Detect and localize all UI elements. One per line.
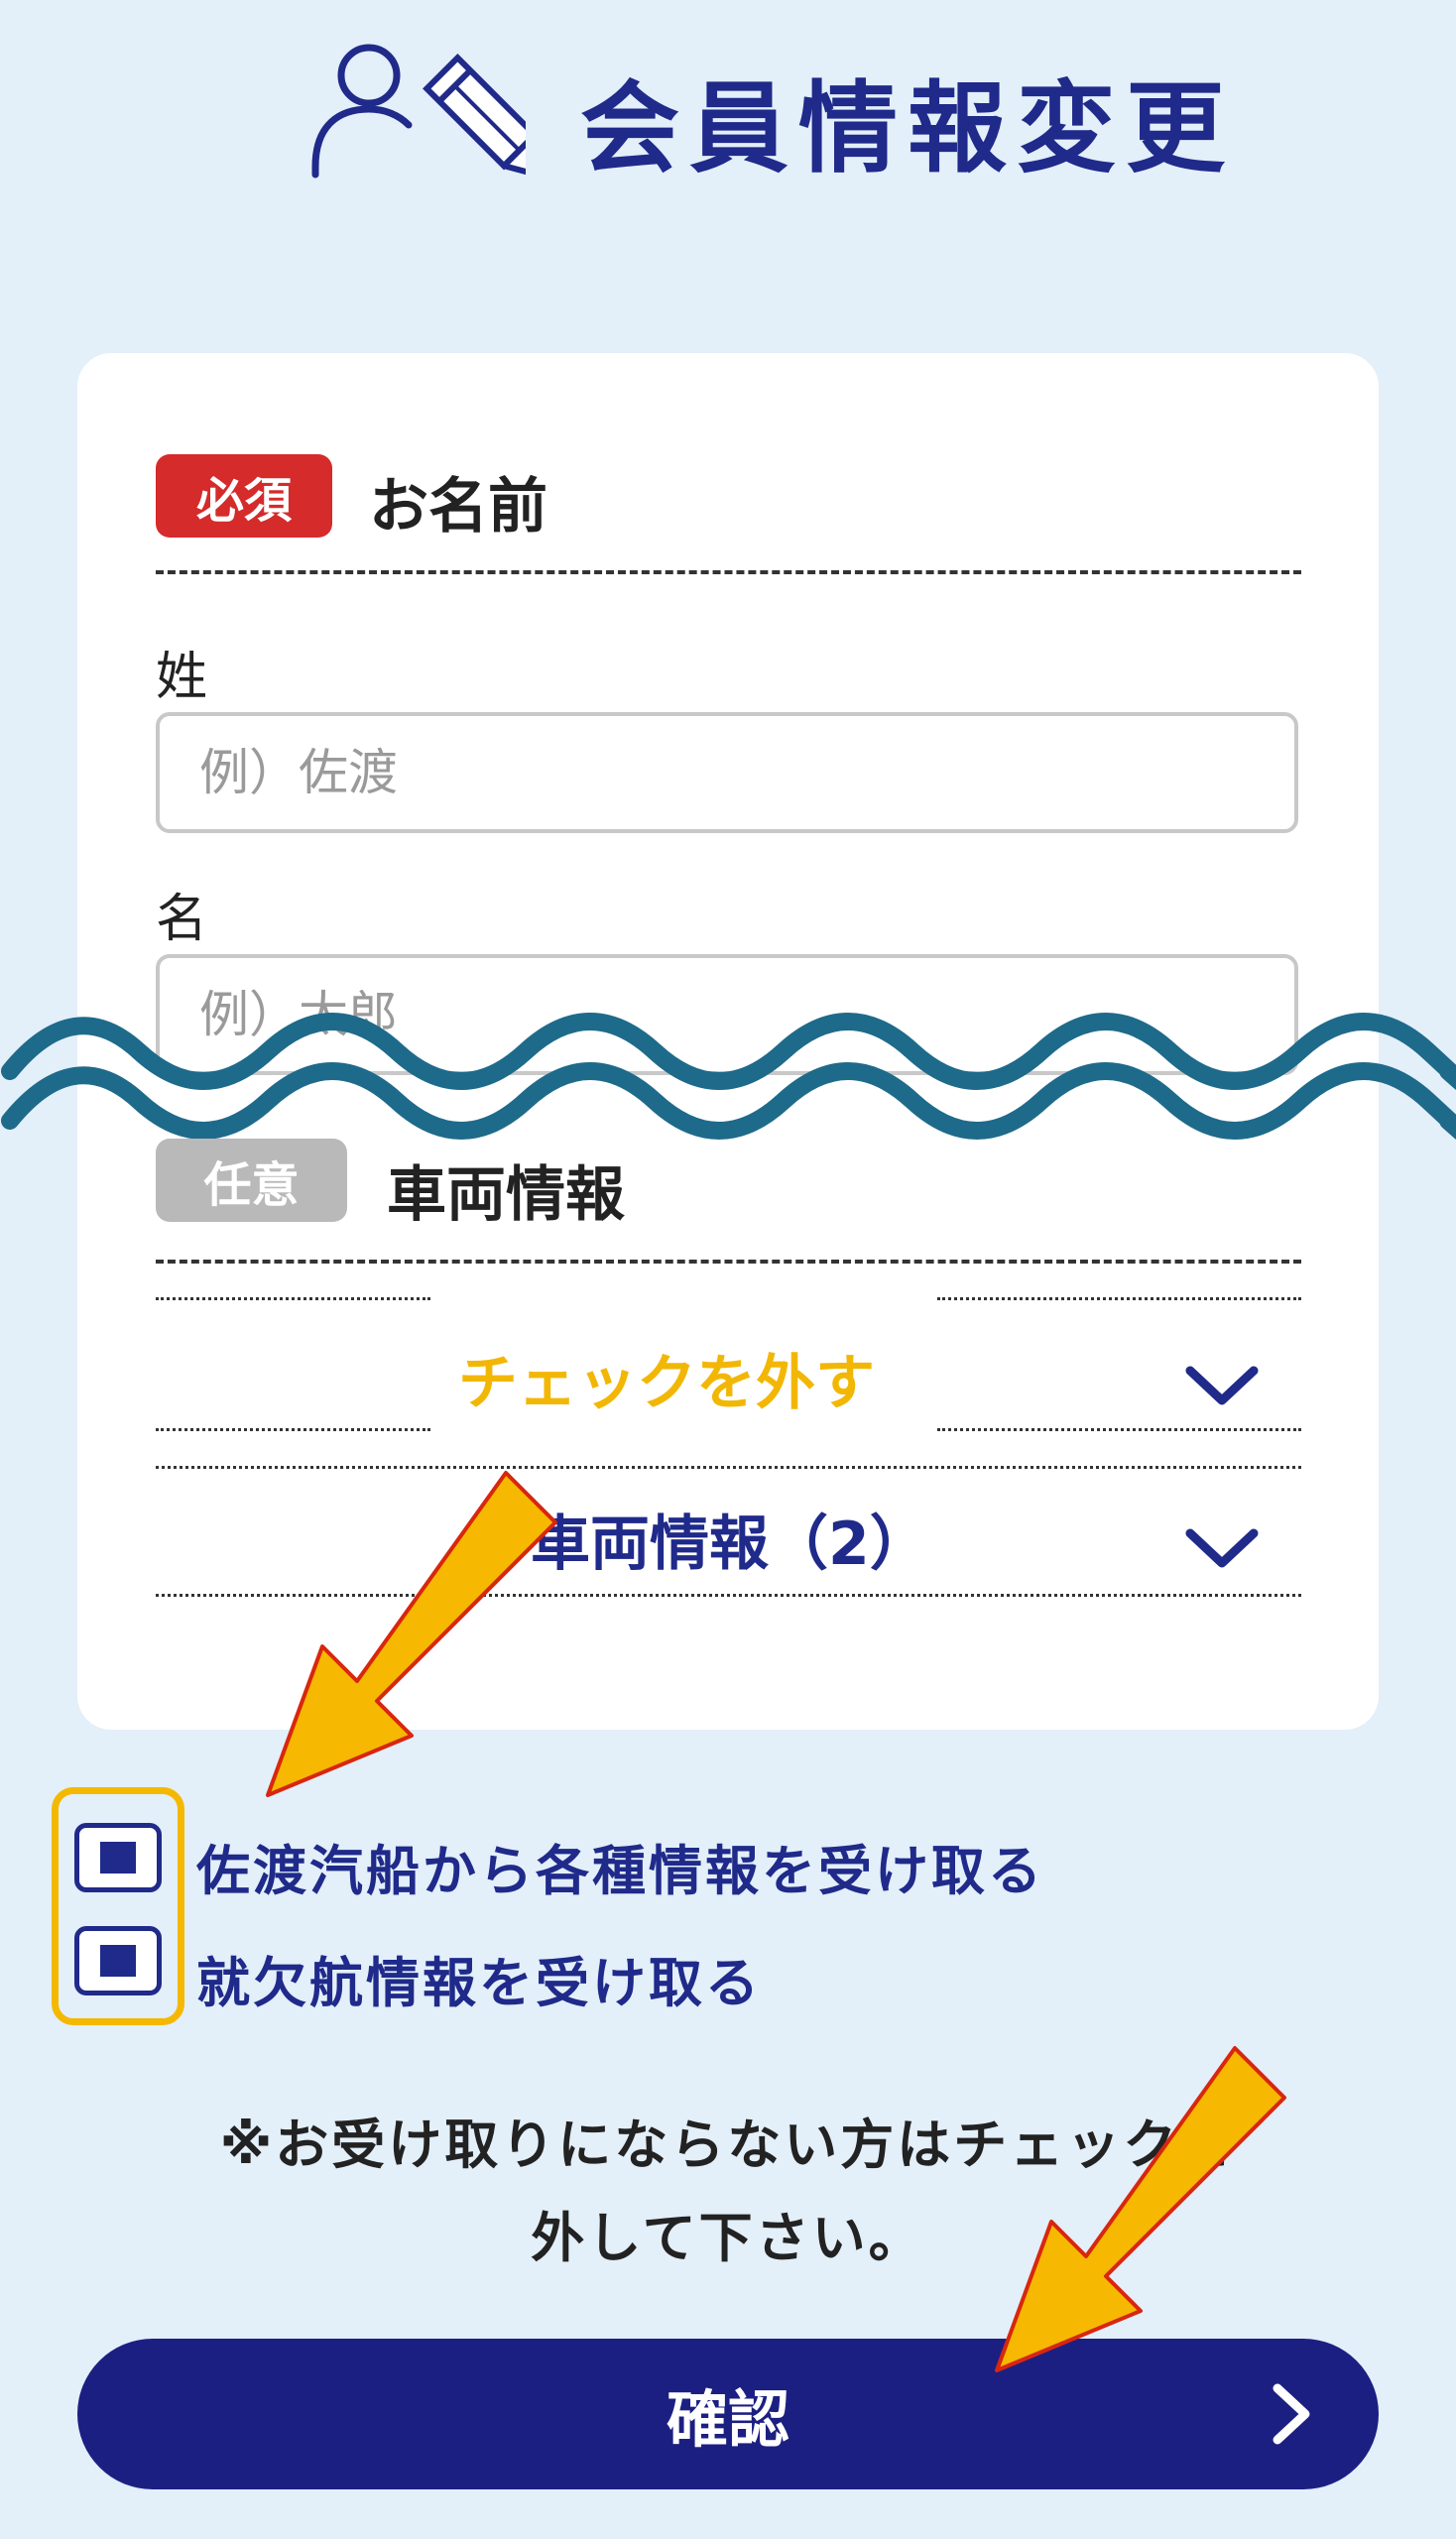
service-status-checkbox[interactable] — [74, 1926, 162, 1995]
first-name-label: 名 — [156, 890, 208, 949]
uncheck-callout-label: チェックを外す — [458, 1349, 875, 1418]
member-info-edit-page: 会員情報変更 必須 お名前 姓 名 任意 車両情報 チェックを外す 車両情報（2… — [0, 0, 1456, 2539]
vehicle-section-title: 車両情報 — [387, 1160, 625, 1230]
page-title: 会員情報変更 — [580, 70, 1235, 186]
required-badge: 必須 — [156, 454, 332, 538]
last-name-label: 姓 — [156, 648, 208, 707]
receive-info-checkbox[interactable] — [74, 1823, 162, 1892]
chevron-right-icon — [1273, 2383, 1310, 2445]
chevron-down-icon[interactable] — [1182, 1523, 1262, 1573]
receive-info-label[interactable]: 佐渡汽船から各種情報を受け取る — [196, 1827, 1044, 1905]
user-edit-icon — [311, 44, 526, 181]
chevron-down-icon[interactable] — [1182, 1361, 1262, 1410]
accordion-border — [156, 1428, 430, 1431]
pointer-arrow-icon — [266, 1471, 557, 1797]
optional-badge: 任意 — [156, 1139, 347, 1222]
divider — [156, 1260, 1301, 1264]
accordion-border — [156, 1297, 430, 1300]
vehicle-info-2-accordion[interactable]: 車両情報（2） — [531, 1496, 929, 1582]
omission-wave-icon — [1, 1013, 1456, 1141]
service-status-label[interactable]: 就欠航情報を受け取る — [196, 1939, 762, 2017]
last-name-input[interactable] — [156, 712, 1298, 833]
divider — [156, 570, 1301, 574]
pointer-arrow-icon — [995, 2046, 1286, 2372]
name-section-title: お名前 — [369, 472, 547, 542]
accordion-border — [937, 1297, 1301, 1300]
accordion-border — [937, 1428, 1301, 1431]
